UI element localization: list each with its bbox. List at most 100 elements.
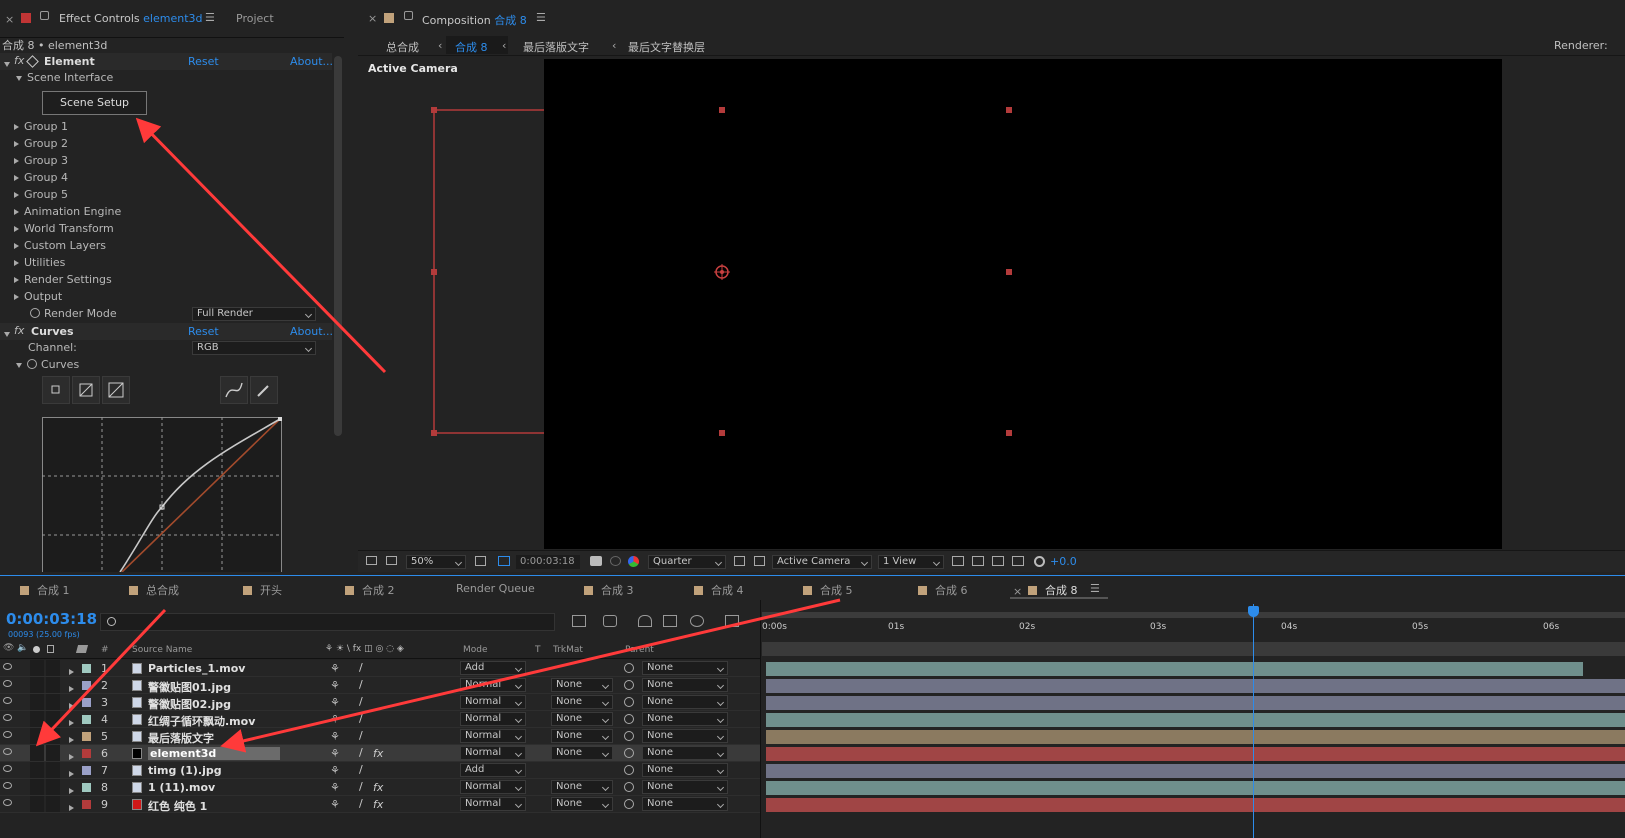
pickwhip-icon[interactable]	[624, 799, 634, 809]
quality-switch[interactable]: /	[359, 695, 363, 708]
column-source-name[interactable]: Source Name	[132, 645, 192, 655]
label-color[interactable]	[82, 732, 91, 741]
tab-render-queue[interactable]: Render Queue	[456, 582, 535, 598]
lock-switch[interactable]	[46, 711, 60, 727]
layer-name[interactable]: 红色 纯色 1	[148, 798, 207, 814]
label-color[interactable]	[82, 681, 91, 690]
tab-comp[interactable]: 合成 4	[694, 582, 744, 598]
pickwhip-icon[interactable]	[624, 680, 634, 690]
monitor-icon[interactable]	[386, 556, 397, 565]
timecode-display[interactable]: 0:00:03:18	[516, 555, 580, 569]
audio-icon[interactable]: 🔈	[17, 643, 28, 653]
mode-select[interactable]: Normal	[460, 746, 526, 760]
layer-row[interactable]: 6 element3d ⚘ / fx Normal None None	[0, 745, 760, 762]
flowchart-icon[interactable]	[1012, 556, 1024, 566]
curves-graph[interactable]	[42, 417, 282, 572]
shy-switch[interactable]: ⚘	[330, 679, 340, 692]
quality-switch[interactable]: /	[359, 746, 363, 759]
chevron-right-icon[interactable]	[14, 294, 19, 300]
group-item[interactable]: Group 3	[14, 153, 68, 169]
group-item[interactable]: Output	[14, 289, 62, 305]
time-ruler[interactable]: 0:00s 01s 02s 03s 04s 05s 06s	[762, 620, 1625, 638]
solo-switch[interactable]	[30, 694, 44, 710]
layer-name[interactable]: Particles_1.mov	[148, 662, 245, 675]
quality-switch[interactable]: /	[359, 780, 363, 793]
column-parent[interactable]: Parent	[625, 645, 654, 655]
tab-comp[interactable]: 总合成	[129, 582, 179, 598]
group-item[interactable]: Group 1	[14, 119, 68, 135]
tab-effect-controls[interactable]: Effect Controls element3d	[59, 12, 203, 25]
solo-switch[interactable]	[30, 796, 44, 812]
toggle-pixel-aspect-icon[interactable]	[952, 556, 964, 566]
eye-icon[interactable]	[3, 697, 12, 704]
element-effect-header[interactable]: fx Element Reset About...	[0, 53, 333, 70]
trkmat-select[interactable]: None	[551, 746, 613, 760]
layer-name[interactable]: 最后落版文字	[148, 730, 214, 746]
chevron-right-icon[interactable]	[14, 226, 19, 232]
shy-switch[interactable]: ⚘	[330, 696, 340, 709]
always-preview-icon[interactable]	[366, 556, 377, 565]
shy-switch[interactable]: ⚘	[330, 747, 340, 760]
parent-select[interactable]: None	[642, 780, 728, 794]
lock-switch[interactable]	[46, 762, 60, 778]
group-item[interactable]: Group 2	[14, 136, 68, 152]
eye-icon[interactable]: 👁	[3, 643, 14, 653]
lock-switch[interactable]	[46, 728, 60, 744]
layer-row[interactable]: 9 红色 纯色 1 ⚘ / fx Normal None None	[0, 796, 760, 813]
tab-project[interactable]: Project	[236, 12, 274, 25]
trkmat-select[interactable]: None	[551, 797, 613, 811]
eye-icon[interactable]	[3, 731, 12, 738]
layer-name[interactable]: element3d	[148, 747, 281, 760]
layer-row[interactable]: 7 timg (1).jpg ⚘ / Add None	[0, 762, 760, 779]
stopwatch-icon[interactable]	[30, 308, 40, 318]
parent-select[interactable]: None	[642, 746, 728, 760]
group-item[interactable]: Animation Engine	[14, 204, 121, 220]
chevron-right-icon[interactable]	[14, 124, 19, 130]
lock-switch[interactable]	[46, 745, 60, 761]
lock-icon[interactable]	[47, 645, 54, 653]
layer-bar[interactable]	[766, 696, 1625, 710]
fx-icon[interactable]: fx	[373, 747, 383, 760]
fx-icon[interactable]: fx	[373, 781, 383, 794]
quality-switch[interactable]: /	[359, 712, 363, 725]
current-timecode[interactable]: 0:00:03:18	[6, 610, 97, 628]
quality-switch[interactable]: /	[359, 678, 363, 691]
search-input[interactable]	[100, 613, 555, 631]
chevron-right-icon[interactable]	[14, 192, 19, 198]
quality-switch[interactable]: /	[359, 763, 363, 776]
label-tag-icon[interactable]	[75, 645, 89, 653]
label-color[interactable]	[82, 766, 91, 775]
curves-effect-header[interactable]: fx Curves Reset About...	[0, 323, 333, 340]
layer-bounds-overlay[interactable]	[358, 0, 1625, 560]
render-mode-select[interactable]: Full Render	[192, 307, 316, 321]
resolution-select[interactable]: Quarter	[648, 555, 726, 569]
mode-select[interactable]: Normal	[460, 780, 526, 794]
camera-select[interactable]: Active Camera	[772, 555, 872, 569]
quality-switch[interactable]: /	[359, 797, 363, 810]
layer-bar[interactable]	[766, 679, 1625, 693]
scene-interface-group[interactable]: Scene Interface	[16, 70, 113, 86]
color-channels-icon[interactable]	[628, 556, 639, 567]
show-snapshot-icon[interactable]	[610, 556, 621, 566]
chevron-down-icon[interactable]	[16, 75, 22, 81]
tab-comp[interactable]: 合成 6	[918, 582, 968, 598]
mode-select[interactable]: Normal	[460, 729, 526, 743]
frame-icon[interactable]	[475, 556, 486, 566]
chevron-right-icon[interactable]	[14, 277, 19, 283]
label-color[interactable]	[82, 749, 91, 758]
eye-icon[interactable]	[3, 799, 12, 806]
exposure-value[interactable]: +0.0	[1050, 555, 1077, 568]
layer-name[interactable]: timg (1).jpg	[148, 764, 222, 777]
shy-switch[interactable]: ⚘	[330, 662, 340, 675]
label-color[interactable]	[82, 698, 91, 707]
pickwhip-icon[interactable]	[624, 714, 634, 724]
graph-editor-icon[interactable]	[725, 615, 739, 627]
layer-bar[interactable]	[766, 798, 1625, 812]
mode-select[interactable]: Add	[460, 763, 526, 777]
trkmat-select[interactable]: None	[551, 729, 613, 743]
solo-icon[interactable]	[33, 646, 40, 653]
quality-switch[interactable]: /	[359, 661, 363, 674]
chevron-right-icon[interactable]	[14, 243, 19, 249]
layer-bar[interactable]	[766, 730, 1625, 744]
trkmat-select[interactable]: None	[551, 695, 613, 709]
